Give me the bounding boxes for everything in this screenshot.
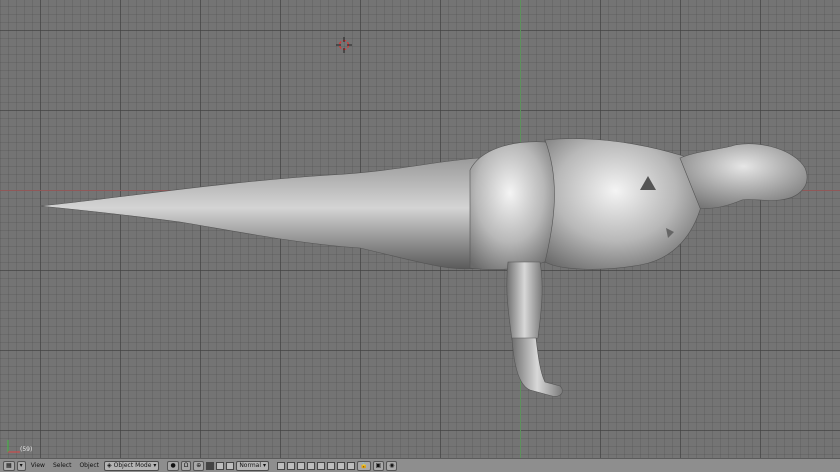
manipulator-icon[interactable]: ⊕ — [193, 460, 205, 471]
collapse-menu-button[interactable]: ▾ — [16, 460, 26, 471]
chevron-down-icon: ▾ — [153, 462, 157, 469]
menu-view[interactable]: View — [28, 461, 48, 471]
mode-label: Object Mode — [113, 462, 152, 469]
3d-viewport[interactable]: (59) — [0, 0, 840, 458]
editor-type-icon[interactable]: ▦ — [3, 460, 15, 471]
orientation-label: Normal — [239, 462, 262, 469]
draw-type-icon[interactable]: ● — [167, 460, 179, 471]
layer-3[interactable] — [297, 461, 306, 470]
layer-8[interactable] — [347, 461, 356, 470]
layer-6[interactable] — [327, 461, 336, 470]
3d-cursor-icon[interactable] — [336, 37, 352, 53]
frame-label: (59) — [20, 446, 33, 453]
layer-7[interactable] — [337, 461, 346, 470]
mode-select[interactable]: ◈ Object Mode ▾ — [104, 460, 160, 471]
menu-object[interactable]: Object — [76, 461, 102, 471]
lock-icon[interactable]: 🔒 — [357, 460, 371, 471]
camera-icon[interactable]: ◉ — [386, 460, 398, 471]
dinosaur-model[interactable] — [0, 0, 840, 458]
scale-toggle[interactable] — [226, 461, 235, 470]
menu-select[interactable]: Select — [50, 461, 75, 471]
layer-4[interactable] — [307, 461, 316, 470]
layer-1[interactable] — [277, 461, 286, 470]
viewport-header: ▦ ▾ View Select Object ◈ Object Mode ▾ ●… — [0, 458, 840, 472]
rotate-toggle[interactable] — [216, 461, 225, 470]
layer-5[interactable] — [317, 461, 326, 470]
widget-toggle[interactable] — [206, 461, 215, 470]
mode-icon: ◈ — [107, 462, 112, 469]
layer-2[interactable] — [287, 461, 296, 470]
pivot-icon[interactable]: Ω — [180, 460, 192, 471]
orientation-select[interactable]: Normal ▾ — [236, 460, 270, 471]
render-icon[interactable]: ▣ — [372, 460, 385, 471]
chevron-down-icon: ▾ — [263, 462, 267, 469]
